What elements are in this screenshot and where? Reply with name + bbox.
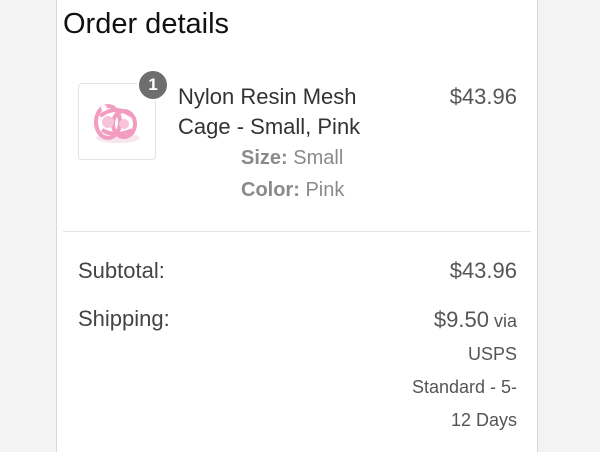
order-details-card: Order details 1 Nylon Resin Mesh Cage - …	[56, 0, 538, 452]
shipping-price: $9.50	[433, 307, 489, 332]
shipping-via: via	[493, 311, 517, 331]
shipping-method-line-2: 12 Days	[450, 410, 517, 430]
variant-color: Color: Pink	[241, 177, 344, 203]
shipping-label: Shipping:	[78, 306, 170, 331]
page-title: Order details	[63, 8, 230, 40]
shipping-carrier: USPS	[467, 344, 517, 364]
variant-size-label: Size:	[241, 147, 288, 169]
shipping-details: $9.50 via USPS Standard - 5- 12 Days	[357, 303, 517, 437]
variant-color-value: Pink	[305, 179, 345, 201]
product-price: $43.96	[449, 84, 517, 109]
subtotal-value: $43.96	[449, 258, 517, 283]
variant-size-value: Small	[293, 147, 344, 169]
variant-size: Size: Small	[241, 145, 343, 171]
product-name[interactable]: Nylon Resin Mesh Cage - Small, Pink	[178, 82, 393, 142]
product-image-icon	[94, 103, 140, 143]
subtotal-label: Subtotal:	[78, 258, 165, 283]
section-divider	[63, 231, 531, 232]
quantity-badge: 1	[137, 69, 169, 101]
variant-color-label: Color:	[241, 179, 300, 201]
shipping-price-line: $9.50 via	[357, 303, 517, 338]
order-details-page: Order details 1 Nylon Resin Mesh Cage - …	[0, 0, 600, 452]
shipping-method-line-1: Standard - 5-	[411, 377, 517, 397]
